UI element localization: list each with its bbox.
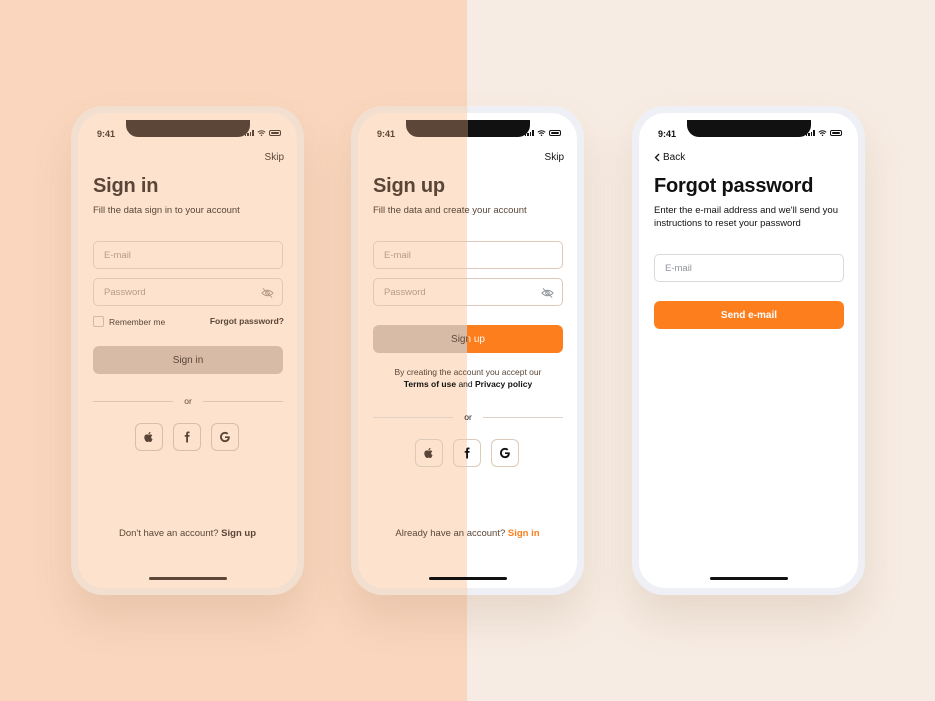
status-icons <box>805 130 842 136</box>
back-button[interactable]: Back <box>654 152 685 163</box>
notch <box>686 120 811 137</box>
email-input[interactable]: E-mail <box>93 241 283 269</box>
email-placeholder: E-mail <box>104 249 131 261</box>
sign-up-button[interactable]: Sign up <box>373 325 563 353</box>
send-email-button[interactable]: Send e-mail <box>654 301 844 329</box>
screen-forgot-password: 9:41 Back Forgot password Enter the e-ma… <box>639 113 858 588</box>
password-input[interactable]: Password <box>93 278 283 306</box>
facebook-login-button[interactable] <box>453 439 481 467</box>
eye-off-icon[interactable] <box>261 287 274 299</box>
forgot-password-link[interactable]: Forgot password? <box>210 316 284 326</box>
apple-login-button[interactable] <box>415 439 443 467</box>
status-icons <box>244 130 281 136</box>
email-input[interactable]: E-mail <box>654 254 844 282</box>
google-login-button[interactable] <box>211 423 239 451</box>
facebook-login-button[interactable] <box>173 423 201 451</box>
remember-checkbox[interactable] <box>93 316 104 327</box>
page-title: Sign in <box>93 175 159 197</box>
footer-sign-up: Don't have an account? Sign up <box>78 528 297 539</box>
phone-sign-in: 9:41 Skip Sign in Fill the data sign in … <box>71 106 304 595</box>
page-title: Forgot password <box>654 175 814 197</box>
or-divider: or <box>373 412 563 422</box>
notch <box>125 120 250 137</box>
remember-me[interactable]: Remember me <box>93 316 165 327</box>
phone-forgot-password: 9:41 Back Forgot password Enter the e-ma… <box>632 106 865 595</box>
screen-sign-up: 9:41 Skip Sign up Fill the data and crea… <box>358 113 577 588</box>
social-buttons <box>415 439 519 467</box>
send-email-button-label: Send e-mail <box>720 309 778 321</box>
apple-icon <box>424 447 433 458</box>
page-title: Sign up <box>373 175 445 197</box>
wifi-icon <box>818 130 827 136</box>
skip-link[interactable]: Skip <box>265 152 284 163</box>
privacy-policy-link[interactable]: Privacy policy <box>475 379 532 389</box>
status-time: 9:41 <box>658 129 677 139</box>
battery-icon <box>549 130 561 136</box>
status-time: 9:41 <box>377 129 396 139</box>
skip-link[interactable]: Skip <box>545 152 564 163</box>
terms-links: Terms of use and Privacy policy <box>373 378 563 390</box>
email-placeholder: E-mail <box>665 262 692 274</box>
sign-in-button-label: Sign in <box>172 354 204 366</box>
eye-off-icon[interactable] <box>541 287 554 299</box>
wifi-icon <box>537 130 546 136</box>
social-buttons <box>135 423 239 451</box>
terms-notice: By creating the account you accept our T… <box>373 366 563 390</box>
email-placeholder: E-mail <box>384 249 411 261</box>
google-login-button[interactable] <box>491 439 519 467</box>
facebook-icon <box>184 431 190 443</box>
screen-sign-in: 9:41 Skip Sign in Fill the data sign in … <box>78 113 297 588</box>
google-icon <box>500 447 510 459</box>
footer-sign-in: Already have an account? Sign in <box>358 528 577 539</box>
notch <box>405 120 530 137</box>
home-indicator <box>428 577 507 580</box>
sign-up-button-label: Sign up <box>451 333 485 345</box>
phone-sign-up: 9:41 Skip Sign up Fill the data and crea… <box>351 106 584 595</box>
password-input[interactable]: Password <box>373 278 563 306</box>
footer-prompt: Don't have an account? <box>119 528 219 539</box>
remember-label: Remember me <box>109 316 166 327</box>
footer-prompt: Already have an account? <box>395 528 506 539</box>
facebook-icon <box>464 447 470 459</box>
terms-of-use-link[interactable]: Terms of use <box>404 379 456 389</box>
sign-in-button[interactable]: Sign in <box>93 346 283 374</box>
terms-and: and <box>458 379 473 389</box>
home-indicator <box>148 577 227 580</box>
battery-icon <box>269 130 281 136</box>
page-subtitle: Enter the e-mail address and we'll send … <box>654 205 838 229</box>
page-subtitle: Fill the data sign in to your account <box>93 205 240 216</box>
terms-line: By creating the account you accept our <box>394 367 542 377</box>
email-input[interactable]: E-mail <box>373 241 563 269</box>
apple-login-button[interactable] <box>135 423 163 451</box>
google-icon <box>220 431 230 443</box>
password-placeholder: Password <box>384 286 426 298</box>
battery-icon <box>830 130 842 136</box>
home-indicator <box>709 577 788 580</box>
signal-icon <box>524 130 534 136</box>
sign-up-link[interactable]: Sign up <box>221 528 256 539</box>
signal-icon <box>244 130 254 136</box>
signal-icon <box>805 130 815 136</box>
wifi-icon <box>257 130 266 136</box>
sign-in-link[interactable]: Sign in <box>508 528 540 539</box>
or-divider: or <box>93 396 283 406</box>
back-label: Back <box>663 152 686 163</box>
status-time: 9:41 <box>97 129 116 139</box>
status-icons <box>524 130 561 136</box>
password-placeholder: Password <box>104 286 146 298</box>
chevron-left-icon <box>654 153 660 162</box>
apple-icon <box>144 431 153 442</box>
page-subtitle: Fill the data and create your account <box>373 205 527 216</box>
